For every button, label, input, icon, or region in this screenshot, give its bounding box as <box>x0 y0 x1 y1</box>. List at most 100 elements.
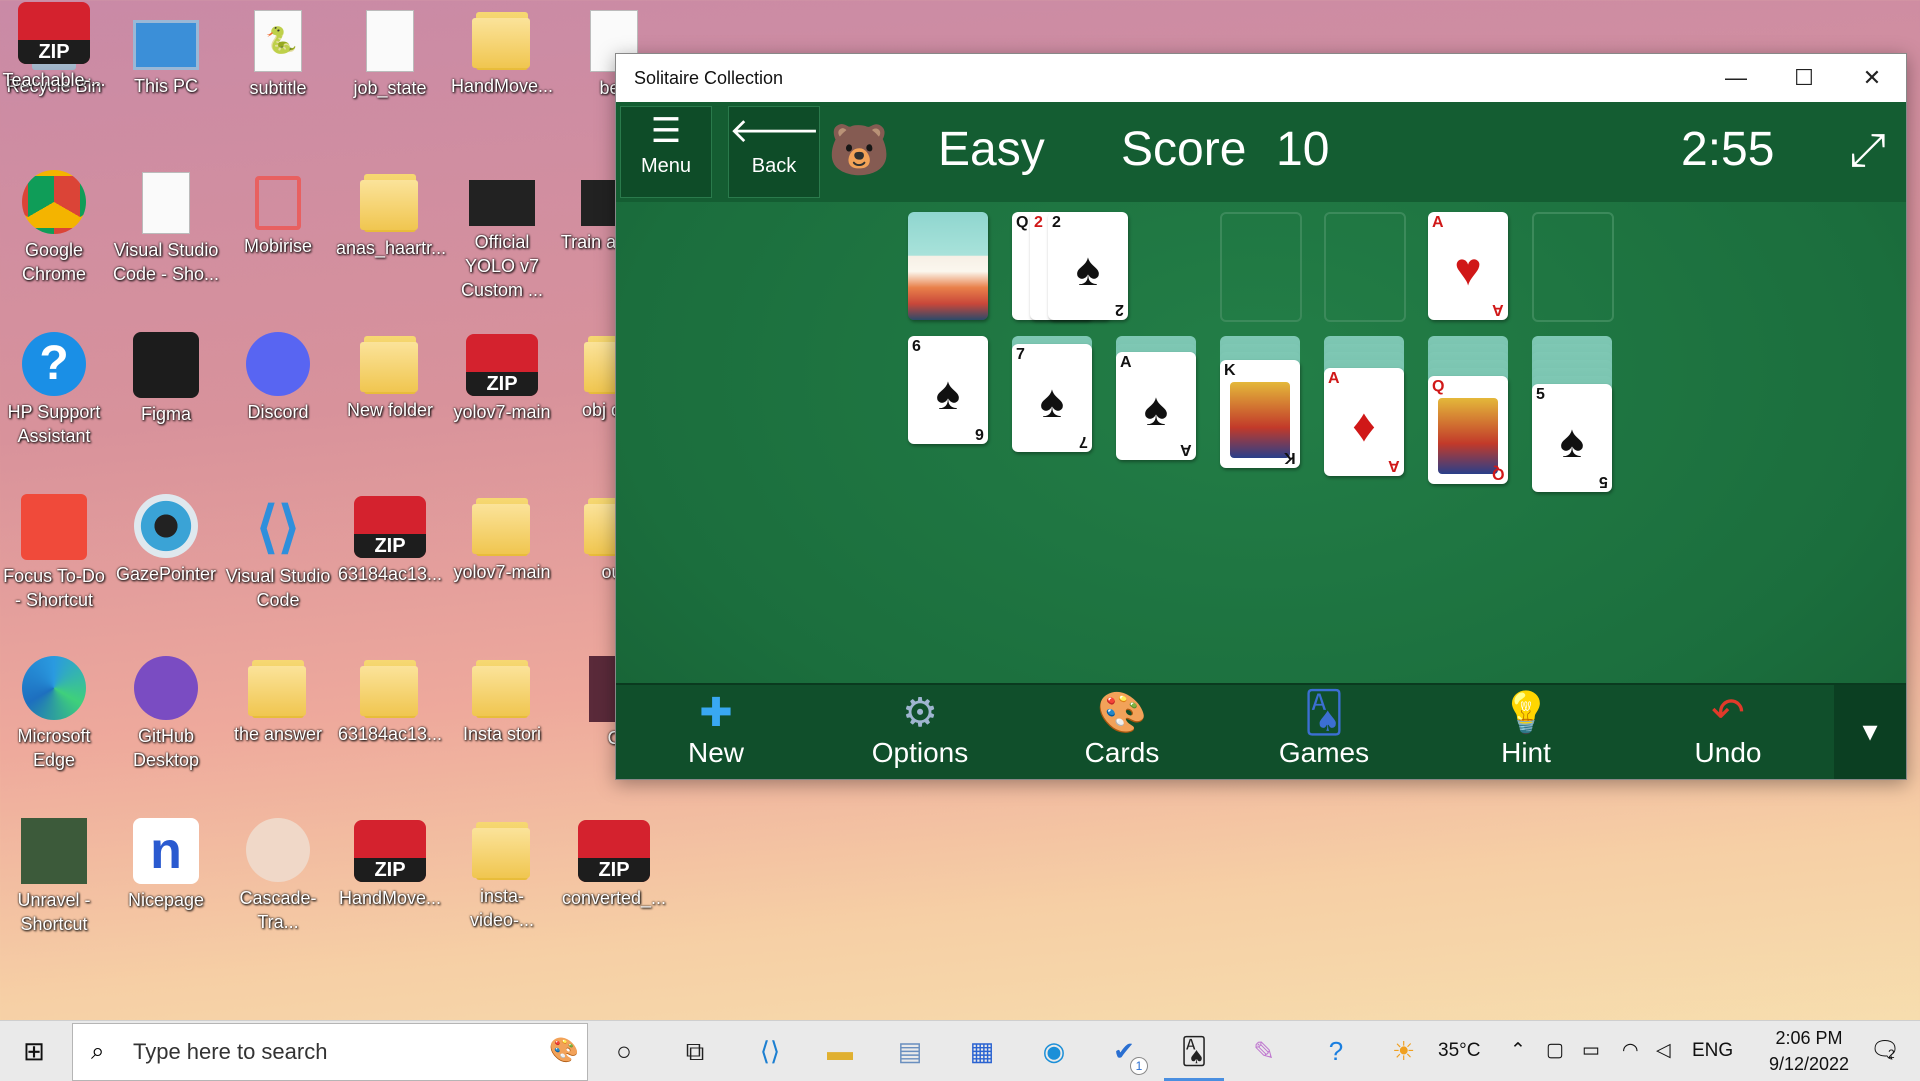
mobirise-icon <box>224 176 332 230</box>
volume-icon[interactable]: ◁ <box>1656 1021 1671 1081</box>
undo-button[interactable]: ↶ Undo <box>1648 687 1808 777</box>
vscode-taskbar-icon[interactable]: ⟨⟩ <box>740 1021 800 1081</box>
window-title: Solitaire Collection <box>634 68 784 88</box>
desktop-icon[interactable]: Figma <box>112 332 220 426</box>
file-icon <box>336 10 444 72</box>
desktop-icon[interactable]: Visual Studio Code - Sho... <box>112 170 220 286</box>
meet-icon[interactable]: ▢ <box>1546 1021 1564 1081</box>
desktop-icon-label: Figma <box>140 404 191 424</box>
desktop-icon[interactable]: the answer <box>224 656 332 746</box>
search-placeholder: Type here to search <box>133 1039 328 1064</box>
wifi-icon[interactable]: ◠ <box>1622 1021 1639 1081</box>
desktop-icon[interactable]: HandMove... <box>448 8 556 98</box>
desktop-icon[interactable]: This PC <box>112 8 220 98</box>
desktop-icon[interactable]: Insta stori <box>448 656 556 746</box>
palette-icon: 🎨 <box>1097 691 1147 735</box>
foundation-slot[interactable] <box>1324 212 1406 322</box>
close-button[interactable]: ✕ <box>1838 54 1906 102</box>
search-box[interactable]: ⌕ Type here to search 🎨 <box>72 1023 588 1081</box>
desktop-icon[interactable]: Official YOLO v7 Custom ... <box>448 170 556 302</box>
task-view-icon[interactable]: ⧉ <box>665 1021 725 1081</box>
weather-temp[interactable]: 35°C <box>1438 1021 1480 1081</box>
card-rank: 7 <box>1016 346 1025 363</box>
desktop-icon[interactable]: Google Chrome <box>0 170 108 286</box>
card-rank-bottom: A <box>1180 441 1192 458</box>
store-icon[interactable]: ▦ <box>952 1021 1012 1081</box>
language-indicator[interactable]: ENG <box>1692 1021 1733 1081</box>
maximize-button[interactable]: ☐ <box>1770 54 1838 102</box>
discord-icon <box>224 332 332 396</box>
weather-icon[interactable]: ☀ <box>1392 1021 1415 1081</box>
stock-pile[interactable] <box>908 212 988 320</box>
desktop-icon[interactable]: Microsoft Edge <box>0 656 108 772</box>
desktop-icon[interactable]: ZIP HandMove... <box>336 818 444 910</box>
foundation-slot[interactable] <box>1532 212 1614 322</box>
tableau-card[interactable]: 6 ♠ 6 <box>908 336 988 444</box>
minimize-button[interactable]: — <box>1702 54 1770 102</box>
games-label: Games <box>1278 737 1370 768</box>
app-taskbar-icon[interactable]: ▤ <box>880 1021 940 1081</box>
desktop-icon[interactable]: GazePointer <box>112 494 220 586</box>
tableau-card[interactable]: 7 ♠ 7 <box>1012 344 1092 452</box>
tableau-card[interactable]: KK <box>1220 360 1300 468</box>
desktop-icon[interactable]: Focus To-Do - Shortcut <box>0 494 108 612</box>
tableau-card[interactable]: QQ <box>1428 376 1508 484</box>
cards-button[interactable]: 🎨 Cards <box>1042 687 1202 777</box>
desktop-icon[interactable]: Cascade-Tra... <box>224 818 332 934</box>
file-explorer-icon[interactable]: ▬ <box>810 1021 870 1081</box>
chevron-down-icon[interactable]: ▾ <box>1834 685 1906 779</box>
desktop-icon-label: Official YOLO v7 Custom ... <box>460 232 544 300</box>
desktop-icon[interactable]: GitHub Desktop <box>112 656 220 772</box>
desktop-icon[interactable]: 🐍 subtitle <box>224 8 332 100</box>
desktop-icon-label: 63184ac13... <box>337 564 443 584</box>
hint-button[interactable]: 💡 Hint <box>1446 687 1606 777</box>
desktop-icon[interactable]: ZIP converted_... <box>560 818 668 910</box>
waste-card[interactable]: 2 ♠ 2 <box>1048 212 1128 320</box>
show-hidden-icons-icon[interactable]: ⌃ <box>1510 1021 1526 1081</box>
solitaire-taskbar-icon[interactable]: 🂡 <box>1164 1021 1224 1081</box>
cortana-icon[interactable]: ○ <box>598 1021 650 1081</box>
card-rank: A <box>1328 370 1340 387</box>
card-rank-bottom: 2 <box>1115 301 1124 318</box>
back-button[interactable]: 🡐 Back <box>728 106 820 198</box>
tableau-card[interactable]: A ♠ A <box>1116 352 1196 460</box>
tableau-card[interactable]: A ♦ A <box>1324 368 1404 476</box>
desktop-icon[interactable]: Discord <box>224 332 332 424</box>
todo-taskbar-icon[interactable]: ✔ 1 <box>1094 1021 1154 1081</box>
battery-icon[interactable]: ▭ <box>1582 1021 1600 1081</box>
desktop-icon[interactable]: insta-video-... <box>448 818 556 932</box>
desktop-icon-label: Visual Studio Code <box>225 566 331 610</box>
notification-icon[interactable]: 🗨 2 <box>1870 1021 1900 1081</box>
desktop-icon[interactable]: ZIP yolov7-main <box>448 332 556 424</box>
court-card-art <box>1230 382 1290 458</box>
foundation-slot[interactable] <box>1220 212 1302 322</box>
desktop-icon[interactable]: yolov7-main <box>448 494 556 584</box>
tableau-card[interactable]: 5 ♠ 5 <box>1532 384 1612 492</box>
edge-taskbar-icon[interactable]: ◉ <box>1024 1021 1084 1081</box>
foundation-card[interactable]: A ♥ A <box>1428 212 1508 320</box>
help-taskbar-icon[interactable]: ? <box>1306 1021 1366 1081</box>
new-button[interactable]: ✚ New <box>636 687 796 777</box>
windows-start-icon[interactable]: ⊞ <box>0 1021 68 1081</box>
desktop-icon[interactable]: Unravel - Shortcut <box>0 818 108 936</box>
fullscreen-icon[interactable]: ⤢ <box>1849 122 1886 178</box>
desktop-icon[interactable]: anas_haartr... <box>336 170 446 260</box>
desktop-icon[interactable]: ⟨⟩ Visual Studio Code <box>224 494 332 612</box>
desktop-icon[interactable]: job_state <box>336 8 444 100</box>
desktop-icon[interactable]: ? HP Support Assistant <box>0 332 108 448</box>
desktop-icon[interactable]: New folder <box>336 332 444 422</box>
card-rank: K <box>1224 362 1236 379</box>
desktop-icon[interactable]: ZIP Teachable-... <box>0 0 108 92</box>
paint-taskbar-icon[interactable]: ✎ <box>1234 1021 1294 1081</box>
menu-button[interactable]: ☰ Menu <box>620 106 712 198</box>
window-titlebar[interactable]: Solitaire Collection — ☐ ✕ <box>616 54 1906 102</box>
card-rank: 6 <box>912 338 921 355</box>
desktop-icon[interactable]: Mobirise <box>224 170 332 258</box>
clock[interactable]: 2:06 PM 9/12/2022 <box>1744 1025 1874 1077</box>
desktop-icon[interactable]: 63184ac13... <box>336 656 444 746</box>
desktop-icon[interactable]: n Nicepage <box>112 818 220 912</box>
options-button[interactable]: ⚙ Options <box>840 687 1000 777</box>
notification-count: 2 <box>1888 1047 1895 1061</box>
games-button[interactable]: 🂡 Games <box>1244 687 1404 777</box>
desktop-icon[interactable]: ZIP 63184ac13... <box>336 494 444 586</box>
